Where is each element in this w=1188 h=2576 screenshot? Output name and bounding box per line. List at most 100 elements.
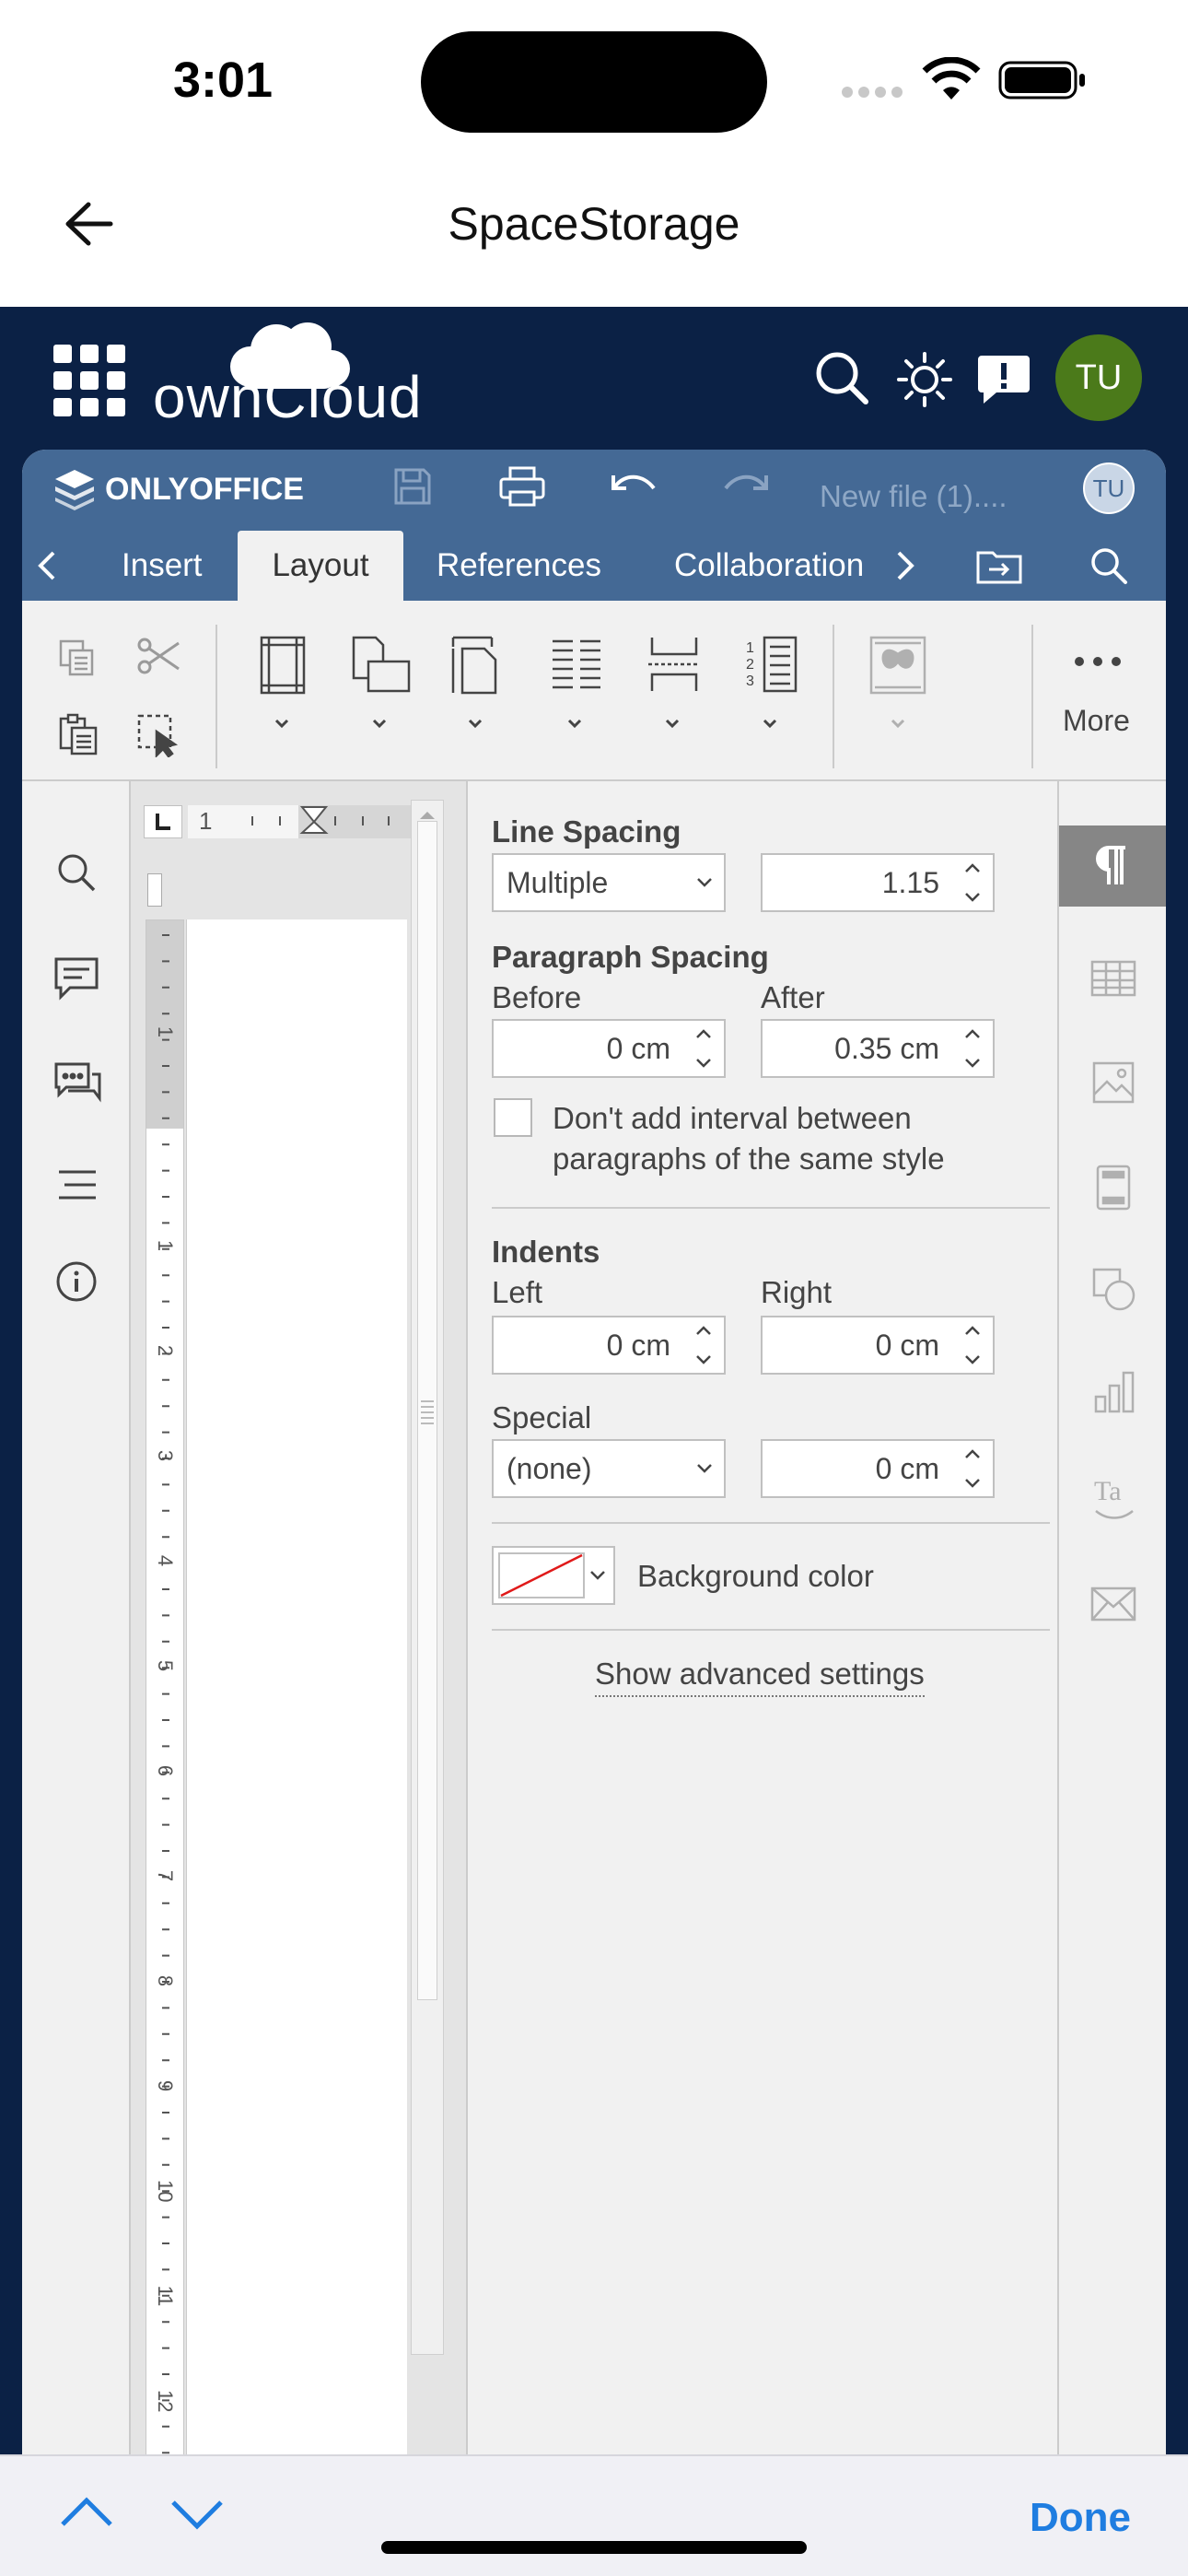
line-numbers-icon[interactable]: 123 [744,634,799,735]
previous-field-chevron-up-icon[interactable] [59,2495,114,2528]
next-field-chevron-down-icon[interactable] [169,2499,225,2532]
svg-text:2: 2 [746,657,754,673]
chat-icon[interactable] [53,1061,101,1106]
indent-left-value: 0 cm [606,1329,670,1362]
columns-icon[interactable] [549,634,604,735]
document-page[interactable] [186,919,407,2576]
chevron-down-icon [697,1464,712,1473]
line-spacing-value-spinner[interactable]: 1.15 [761,853,995,912]
tab-collaboration[interactable]: Collaboration [674,531,877,601]
after-label: After [761,980,825,1014]
header-footer-icon[interactable] [1096,1165,1131,1211]
undo-icon[interactable] [611,472,658,501]
indent-left-spinner[interactable]: 0 cm [492,1316,726,1375]
spinner-arrows-icon [965,1029,980,1068]
ruler-indent-marker[interactable] [147,873,162,907]
ruler-tick-label: 1 [154,1239,177,1252]
toolbar-divider [1031,625,1033,768]
svg-text:1: 1 [746,640,754,656]
editor-search-icon[interactable] [1089,545,1129,586]
spacing-before-spinner[interactable]: 0 cm [492,1019,726,1078]
user-avatar[interactable]: TU [1055,334,1142,421]
tab-stop-selector[interactable] [144,805,182,838]
dont-add-interval-line2: paragraphs of the same style [553,1142,945,1176]
mail-merge-icon[interactable] [1090,1587,1136,1622]
cut-icon[interactable] [136,636,182,676]
watermark-icon[interactable] [868,634,928,735]
tab-references[interactable]: References [437,531,601,601]
ruler-tick-label: 3 [154,1449,177,1462]
redo-icon[interactable] [722,472,768,501]
special-indent-select[interactable]: (none) [492,1439,726,1498]
pilcrow-icon [1096,846,1125,884]
save-icon[interactable] [392,466,433,507]
comments-icon[interactable] [53,956,99,1001]
more-button[interactable]: More [1063,704,1130,738]
image-settings-icon[interactable] [1092,1061,1135,1104]
sidebar-search-icon[interactable] [55,851,98,894]
breaks-icon[interactable] [646,634,702,735]
background-color-label: Background color [637,1559,874,1593]
select-all-icon[interactable] [136,713,179,757]
special-label: Special [492,1400,592,1434]
section-divider [492,1522,1050,1524]
chart-settings-icon[interactable] [1094,1371,1135,1413]
line-spacing-title: Line Spacing [492,814,681,849]
open-file-location-icon[interactable] [976,547,1022,584]
ruler-tick-label: 6 [154,1764,177,1777]
indent-right-value: 0 cm [875,1329,939,1362]
tab-layout[interactable]: Layout [238,531,403,601]
ruler-tick-label: 10 [154,2180,177,2203]
shape-settings-icon[interactable] [1092,1268,1136,1312]
onlyoffice-logo-icon [53,468,96,510]
spacing-before-value: 0 cm [606,1032,670,1065]
navigation-headings-icon[interactable] [57,1166,98,1203]
table-settings-icon[interactable] [1090,960,1136,997]
paste-icon[interactable] [57,713,99,755]
about-info-icon[interactable] [55,1260,98,1303]
paragraph-settings-tab[interactable] [1059,825,1166,907]
background-color-picker[interactable] [492,1546,615,1605]
line-spacing-type-value: Multiple [507,866,609,899]
orientation-icon[interactable] [348,634,413,735]
line-spacing-type-select[interactable]: Multiple [492,853,726,912]
dont-add-interval-line1: Don't add interval between [553,1101,912,1135]
copy-icon[interactable] [57,638,98,678]
text-art-settings-icon[interactable]: Ta [1092,1474,1136,1522]
special-indent-spinner[interactable]: 0 cm [761,1439,995,1498]
apps-grid-icon[interactable] [53,345,125,416]
show-advanced-settings-link[interactable]: Show advanced settings [595,1657,925,1697]
search-icon[interactable] [814,350,869,405]
ruler-tick-label: 12 [154,2390,177,2413]
indent-right-label: Right [761,1275,833,1309]
print-icon[interactable] [499,466,545,507]
section-divider [492,1629,1050,1631]
section-divider [492,1207,1050,1209]
page-size-icon[interactable] [449,634,505,735]
user-badge[interactable]: TU [1083,463,1135,514]
indent-right-spinner[interactable]: 0 cm [761,1316,995,1375]
ruler-tick-label: 8 [154,1974,177,1987]
theme-sun-icon[interactable] [895,350,954,409]
tab-insert[interactable]: Insert [122,531,203,601]
indent-left-label: Left [492,1275,543,1309]
special-indent-value: 0 cm [875,1452,939,1485]
spacing-after-spinner[interactable]: 0.35 cm [761,1019,995,1078]
tabs-scroll-left-icon[interactable] [37,549,57,582]
owncloud-logo-text: ownCloud [153,364,423,430]
ruler-tick-label: 2 [154,1344,177,1357]
done-button[interactable]: Done [1030,2495,1131,2541]
paragraph-spacing-title: Paragraph Spacing [492,940,769,974]
more-dots-icon[interactable] [1074,656,1122,667]
file-name: New file (1).... [820,479,1007,513]
margins-icon[interactable] [256,634,311,735]
ruler-tick-label: 1 [154,1025,177,1038]
vertical-scrollbar[interactable] [411,800,444,2355]
notification-icon[interactable] [976,352,1031,407]
tabs-scroll-right-icon[interactable] [895,549,915,582]
dont-add-interval-checkbox[interactable] [494,1098,532,1137]
ruler-tick-label: 4 [154,1554,177,1567]
home-indicator [381,2541,807,2554]
ruler-tick-label: 11 [154,2285,177,2307]
right-sidebar [1057,781,1166,2576]
